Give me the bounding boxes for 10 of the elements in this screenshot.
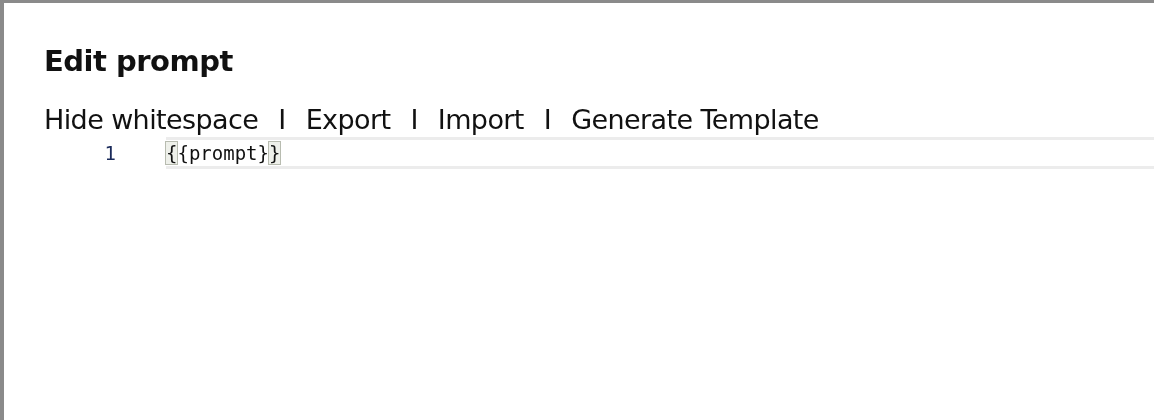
separator-text: I — [410, 103, 418, 137]
code-line[interactable]: {{prompt}} — [166, 142, 281, 164]
toolbar-link[interactable]: Hide whitespace — [44, 103, 259, 137]
toolbar-link[interactable]: Generate Template — [571, 103, 819, 137]
line-number: 1 — [103, 142, 117, 164]
separator-text: I — [543, 103, 552, 137]
dialog-title: Edit prompt — [44, 43, 234, 79]
toolbar-link[interactable]: Import — [437, 103, 524, 137]
separator-text: I — [278, 103, 286, 137]
toolbar-link[interactable]: Export — [305, 103, 391, 137]
